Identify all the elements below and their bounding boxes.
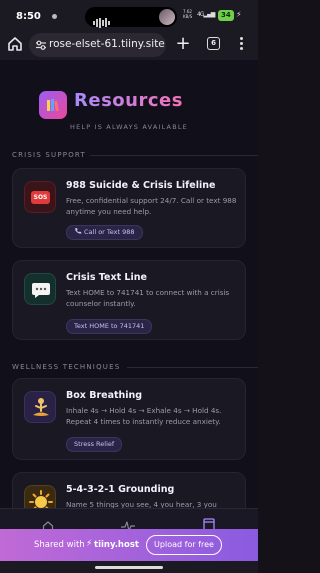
- section-header-crisis: CRISIS SUPPORT: [12, 151, 258, 159]
- tiiny-logo-icon: ⚡: [86, 539, 93, 549]
- gesture-handle[interactable]: [95, 566, 163, 569]
- card-description: Free, confidential support 24/7. Call or…: [66, 196, 237, 216]
- sos-badge: SOS: [31, 191, 50, 204]
- tabs-icon[interactable]: 6: [207, 37, 220, 50]
- resource-card-text-line: Crisis Text Line Text HOME to 741741 to …: [12, 260, 246, 340]
- page-subtitle: HELP IS ALWAYS AVAILABLE: [70, 123, 188, 131]
- battery-icon: 34: [218, 10, 234, 21]
- text-home-button[interactable]: Text HOME to 741741: [66, 319, 153, 334]
- browser-toolbar: rose-elset-61.tiiny.site + 6: [0, 30, 258, 60]
- upload-for-free-button[interactable]: Upload for free: [146, 535, 222, 555]
- technique-card-box-breathing: Box Breathing Inhale 4s → Hold 4s → Exha…: [12, 378, 246, 460]
- books-glyph: [47, 99, 59, 112]
- network-speed: 7.62 KB/S: [183, 9, 195, 19]
- call-988-button[interactable]: Call or Text 988: [66, 225, 143, 240]
- network-type: 4G: [197, 11, 205, 18]
- chat-bubble-icon: [24, 273, 56, 305]
- resource-card-988: SOS 988 Suicide & Crisis Lifeline Free, …: [12, 168, 246, 248]
- audio-wave-icon: [93, 12, 113, 28]
- network-speed-unit: KB/S: [183, 14, 193, 19]
- card-title: 5-4-3-2-1 Grounding: [66, 484, 175, 495]
- charging-icon: ⚡: [236, 10, 242, 19]
- media-avatar: [159, 9, 175, 25]
- tiiny-brand[interactable]: tiiny.host: [94, 540, 139, 550]
- more-vert-icon[interactable]: [240, 37, 244, 53]
- shared-with-label: Shared with: [34, 540, 85, 550]
- status-bar: 8:50 7.62 KB/S 4G▂▄▆ 34 ⚡: [0, 0, 258, 30]
- phone-icon: [75, 228, 82, 234]
- page-content: Resources HELP IS ALWAYS AVAILABLE CRISI…: [0, 60, 258, 533]
- meditation-icon: [24, 391, 56, 423]
- card-description: Inhale 4s → Hold 4s → Exhale 4s → Hold 4…: [66, 406, 222, 426]
- notification-dot-icon: [52, 14, 57, 19]
- books-icon: [39, 91, 67, 119]
- sos-icon: SOS: [24, 181, 56, 213]
- signal-icon: 4G▂▄▆: [197, 11, 215, 18]
- address-bar[interactable]: rose-elset-61.tiiny.site: [29, 33, 166, 57]
- card-description: Text HOME to 741741 to connect with a cr…: [66, 288, 230, 308]
- card-title: 988 Suicide & Crisis Lifeline: [66, 180, 216, 191]
- url-text[interactable]: rose-elset-61.tiiny.site: [49, 38, 165, 50]
- card-title: Crisis Text Line: [66, 272, 147, 283]
- call-988-label: Call or Text 988: [84, 228, 135, 236]
- home-icon[interactable]: [7, 36, 23, 52]
- site-settings-icon[interactable]: [35, 39, 47, 51]
- section-header-wellness: WELLNESS TECHNIQUES: [12, 363, 258, 371]
- tiiny-banner: Shared with ⚡ tiiny.host Upload for free: [0, 529, 258, 561]
- card-title: Box Breathing: [66, 390, 143, 401]
- page-title: Resources: [74, 90, 183, 111]
- gesture-area: [0, 561, 258, 573]
- plus-icon[interactable]: +: [175, 34, 191, 54]
- status-time: 8:50: [16, 11, 41, 22]
- meditation-glyph: [33, 398, 49, 416]
- stress-relief-tag[interactable]: Stress Relief: [66, 437, 123, 452]
- dynamic-island: [85, 7, 177, 28]
- chat-bubble-glyph: [32, 283, 50, 298]
